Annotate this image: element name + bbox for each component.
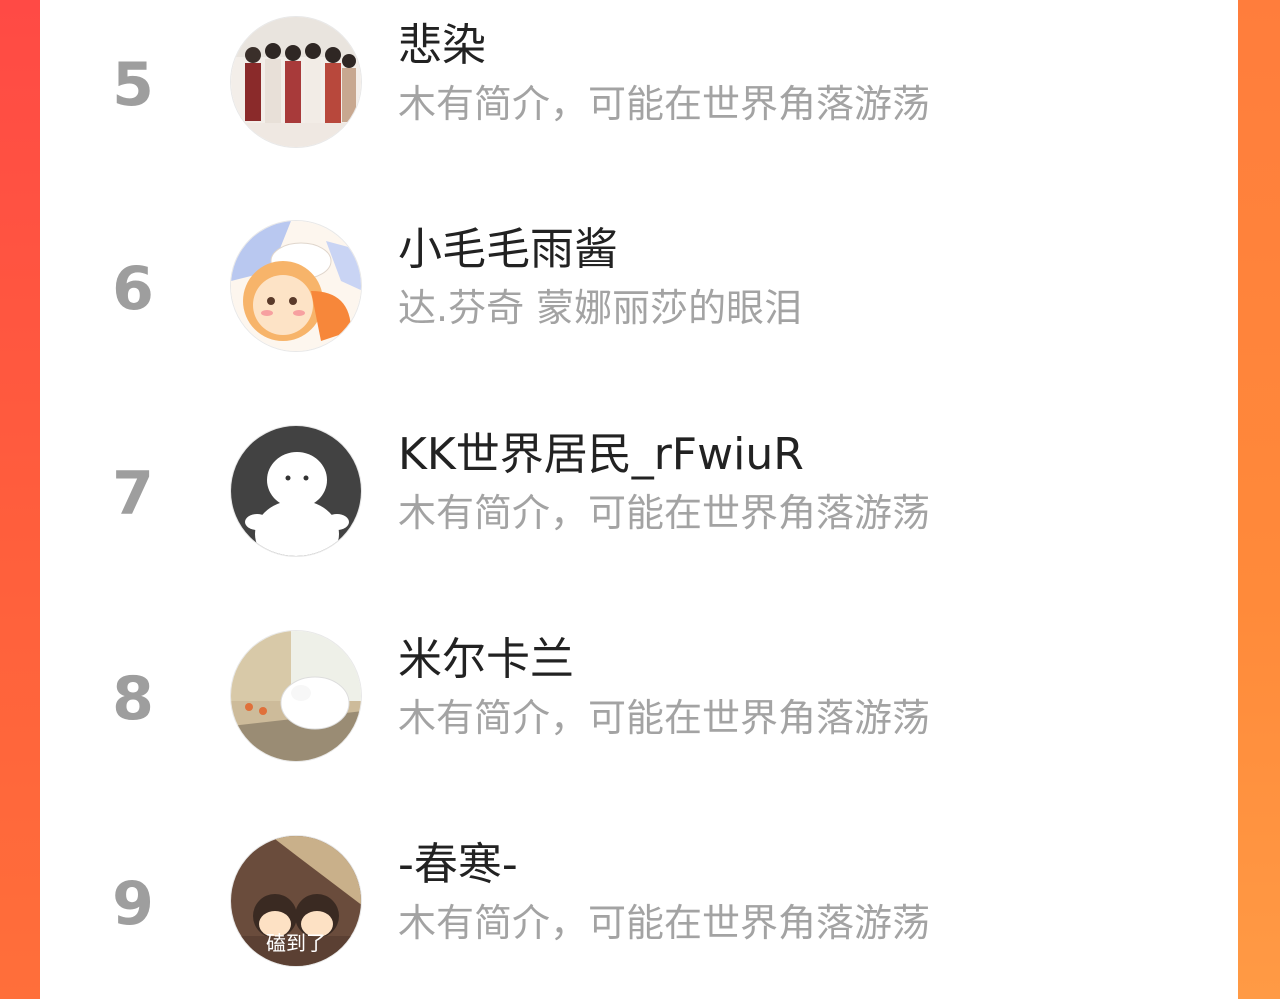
rank-number: 5: [112, 50, 154, 120]
list-item[interactable]: 7 KK世界居民_rFwiuR 木有简介，可能在世界角落游荡: [40, 409, 1238, 569]
list-item[interactable]: 9 磕到了 -春寒- 木有简介，可能在世界角落游荡: [40, 819, 1238, 979]
user-avatar[interactable]: [230, 630, 362, 762]
user-avatar[interactable]: 磕到了: [230, 835, 362, 967]
right-edge-background: [1238, 0, 1280, 999]
list-item[interactable]: 5 悲染 木有简介，可能在世界角落游荡: [40, 0, 1238, 160]
user-name: KK世界居民_rFwiuR: [398, 429, 804, 480]
user-bio: 木有简介，可能在世界角落游荡: [398, 82, 931, 126]
user-bio: 木有简介，可能在世界角落游荡: [398, 696, 931, 740]
user-bio: 达.芬奇 蒙娜丽莎的眼泪: [398, 286, 803, 330]
user-name: 米尔卡兰: [398, 634, 574, 685]
user-bio: 木有简介，可能在世界角落游荡: [398, 901, 931, 945]
list-item[interactable]: 6 小毛毛雨酱 达.芬奇 蒙娜丽莎的眼泪: [40, 204, 1238, 364]
user-bio: 木有简介，可能在世界角落游荡: [398, 491, 931, 535]
rank-number: 8: [112, 664, 154, 734]
user-name: 悲染: [398, 20, 486, 71]
user-name: -春寒-: [398, 839, 518, 890]
rank-number: 6: [112, 254, 154, 324]
avatar-caption: 磕到了: [266, 931, 326, 955]
user-avatar[interactable]: [230, 425, 362, 557]
ranking-list-card: 5 悲染 木有简介，可能在世界角落游荡 6 小毛毛雨酱 达.芬奇 蒙娜丽莎的眼泪…: [40, 0, 1238, 999]
user-avatar[interactable]: [230, 220, 362, 352]
list-item[interactable]: 8 米尔卡兰 木有简介，可能在世界角落游荡: [40, 614, 1238, 774]
user-name: 小毛毛雨酱: [398, 224, 618, 275]
user-avatar[interactable]: [230, 16, 362, 148]
rank-number: 9: [112, 869, 154, 939]
rank-number: 7: [112, 459, 154, 529]
